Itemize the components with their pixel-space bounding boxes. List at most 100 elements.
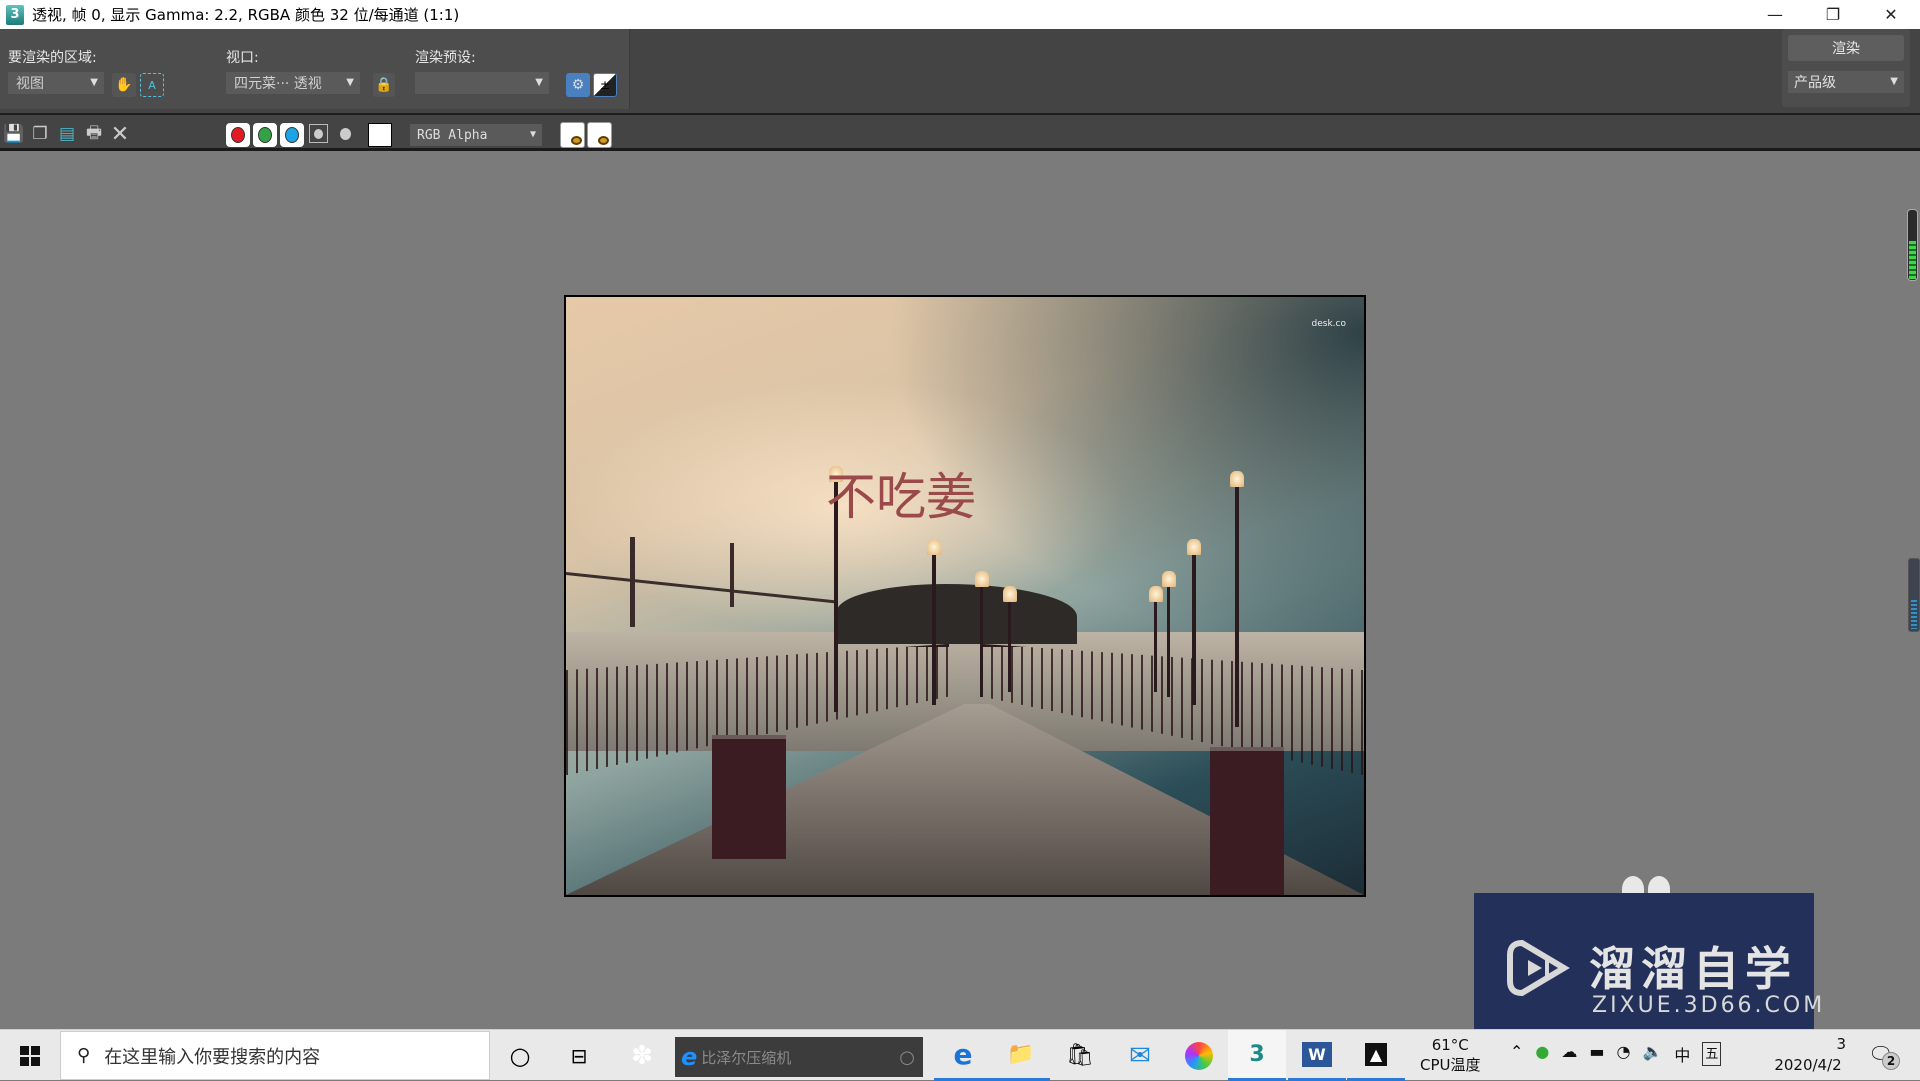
viewport-label: 视口: bbox=[226, 50, 259, 66]
task-view-button[interactable]: ⊟ bbox=[550, 1030, 608, 1081]
taskbar-app-store[interactable]: 🛍 bbox=[1051, 1030, 1109, 1081]
bridge-deck bbox=[566, 572, 836, 604]
close-button[interactable]: ✕ bbox=[1862, 0, 1920, 29]
pan-hand-icon[interactable]: ✋ bbox=[112, 73, 136, 97]
image-icon: ▲ bbox=[1364, 1042, 1388, 1066]
lamp-post bbox=[1187, 539, 1201, 705]
play-logo-icon bbox=[1507, 939, 1570, 997]
copy-icon[interactable]: ▤ bbox=[56, 123, 78, 145]
window-controls: — ❐ ✕ bbox=[1746, 0, 1920, 29]
render-preset-label: 渲染预设: bbox=[415, 50, 476, 66]
overlay-text: 不吃姜 bbox=[826, 468, 976, 526]
red-dot-icon bbox=[231, 127, 245, 143]
taskbar-app-photos[interactable]: ▲ bbox=[1347, 1030, 1405, 1081]
red-channel-toggle[interactable] bbox=[226, 123, 250, 147]
volume-icon[interactable]: 🔈 bbox=[1642, 1042, 1662, 1066]
windows-logo-icon bbox=[20, 1045, 40, 1066]
render-button[interactable]: 渲染 bbox=[1788, 35, 1904, 61]
taskbar-app-file-explorer[interactable]: 📁 bbox=[992, 1030, 1050, 1081]
taskbar-app-word[interactable]: W bbox=[1288, 1030, 1346, 1081]
taskbar-search[interactable]: ⚲ 在这里输入你要搜索的内容 bbox=[60, 1031, 490, 1080]
cloud-icon[interactable]: ☁ bbox=[1561, 1042, 1577, 1066]
progress-meter-fill bbox=[1911, 600, 1917, 629]
viewport-dropdown[interactable]: 四元菜··· 透视 ▼ bbox=[226, 72, 360, 94]
start-button[interactable] bbox=[0, 1030, 60, 1081]
eye-icon bbox=[571, 136, 582, 145]
blue-channel-toggle[interactable] bbox=[280, 123, 304, 147]
eye-icon bbox=[598, 136, 609, 145]
notification-center-button[interactable]: 🗨 2 bbox=[1868, 1042, 1900, 1070]
monochrome-toggle[interactable] bbox=[336, 124, 355, 143]
taskbar-app-edge[interactable]: e bbox=[934, 1030, 992, 1081]
rendered-image: 不吃姜 desk.co bbox=[564, 295, 1366, 897]
chevron-down-icon: ▼ bbox=[90, 77, 98, 88]
clock-time: 3 bbox=[1836, 1035, 1846, 1053]
display-window-toggle-icon[interactable] bbox=[560, 122, 585, 148]
background-color-swatch[interactable] bbox=[368, 123, 392, 147]
lamp-post bbox=[1149, 586, 1163, 692]
render-setup-teapot-icon[interactable]: ⚙ bbox=[566, 73, 590, 97]
trash-bin bbox=[712, 735, 786, 859]
ime-indicator[interactable]: 中 bbox=[1674, 1042, 1690, 1066]
taskbar-app-3ds-max[interactable]: 3 bbox=[1228, 1030, 1286, 1081]
frame-buffer-toolbar: 💾 ❐ ▤ 🖶 ✕ RGB Alpha ▼ bbox=[0, 113, 1920, 151]
display-panel-toggle-icon[interactable] bbox=[587, 122, 612, 148]
chevron-down-icon: ▼ bbox=[529, 129, 536, 140]
lamp-post bbox=[1230, 471, 1244, 727]
auto-region-icon[interactable]: A bbox=[140, 73, 164, 97]
render-preset-dropdown[interactable]: ▼ bbox=[415, 72, 549, 94]
taskbar-app-mail[interactable]: ✉ bbox=[1111, 1030, 1169, 1081]
word-icon: W bbox=[1302, 1041, 1332, 1067]
ie-search-placeholder: 比泽尔压缩机 bbox=[701, 1048, 792, 1067]
minimize-button[interactable]: — bbox=[1746, 0, 1804, 29]
bridge-tower bbox=[730, 543, 734, 607]
alpha-channel-toggle[interactable] bbox=[309, 124, 328, 143]
taskbar-app-photos-color[interactable] bbox=[1170, 1030, 1228, 1081]
wifi-icon[interactable]: ◔ bbox=[1617, 1042, 1631, 1066]
chevron-up-icon[interactable]: ⌃ bbox=[1510, 1042, 1523, 1066]
channel-display-dropdown[interactable]: RGB Alpha ▼ bbox=[410, 124, 542, 146]
render-quality-dropdown[interactable]: 产品级 ▼ bbox=[1788, 71, 1904, 93]
search-icon: ○ bbox=[899, 1046, 915, 1068]
trash-bin bbox=[1210, 747, 1284, 895]
render-settings-panel: 要渲染的区域: 视图 ▼ ✋ A 视口: 四元菜··· 透视 ▼ 🔒 渲染预设:… bbox=[0, 29, 630, 109]
mono-dot-icon bbox=[340, 127, 351, 140]
chevron-down-icon: ▼ bbox=[1890, 76, 1898, 87]
cortana-button[interactable]: ○ bbox=[491, 1030, 549, 1081]
save-icon[interactable]: 💾 bbox=[3, 123, 25, 145]
lock-icon[interactable]: 🔒 bbox=[373, 73, 395, 97]
green-channel-toggle[interactable] bbox=[253, 123, 277, 147]
area-to-render-label: 要渲染的区域: bbox=[8, 50, 97, 66]
security-app-icon[interactable]: ● bbox=[1535, 1042, 1549, 1066]
3dsmax-icon: 3 bbox=[6, 4, 24, 25]
area-to-render-dropdown[interactable]: 视图 ▼ bbox=[8, 72, 104, 94]
lamp-post bbox=[1003, 586, 1017, 692]
lamp-post bbox=[975, 571, 989, 697]
channel-display-value: RGB Alpha bbox=[417, 127, 488, 143]
cpu-temp-widget[interactable]: 61°C CPU温度 bbox=[1420, 1035, 1481, 1075]
chevron-down-icon: ▼ bbox=[346, 77, 354, 88]
clear-icon[interactable]: ✕ bbox=[109, 122, 131, 147]
clock[interactable]: 3 2020/4/2 bbox=[1770, 1034, 1846, 1076]
clone-icon[interactable]: ❐ bbox=[29, 123, 51, 145]
restore-button[interactable]: ❐ bbox=[1804, 0, 1862, 29]
lamp-post bbox=[1162, 571, 1176, 697]
blue-dot-icon bbox=[285, 127, 299, 143]
clock-date: 2020/4/2 bbox=[1774, 1056, 1842, 1074]
render-settings-toolbar: 要渲染的区域: 视图 ▼ ✋ A 视口: 四元菜··· 透视 ▼ 🔒 渲染预设:… bbox=[0, 29, 1920, 113]
battery-icon[interactable]: ▬ bbox=[1589, 1042, 1604, 1066]
fan-app-icon[interactable]: ✽ bbox=[613, 1030, 671, 1081]
exposure-control-icon[interactable]: ± bbox=[593, 73, 617, 97]
cpu-temp-value: 61°C bbox=[1431, 1036, 1469, 1054]
corner-watermark: desk.co bbox=[1311, 319, 1346, 329]
print-icon[interactable]: 🖶 bbox=[83, 123, 105, 145]
chevron-down-icon: ▼ bbox=[535, 77, 543, 88]
lamp-post bbox=[927, 539, 941, 705]
color-wheel-icon bbox=[1185, 1041, 1213, 1070]
viewport-value: 四元菜··· 透视 bbox=[234, 76, 322, 92]
progress-meter[interactable] bbox=[1908, 558, 1920, 632]
ie-icon: e bbox=[681, 1043, 698, 1071]
ie-search-box[interactable]: e 比泽尔压缩机 ○ bbox=[675, 1037, 923, 1077]
ime-mode-indicator[interactable]: 五 bbox=[1702, 1042, 1722, 1066]
memory-meter[interactable] bbox=[1907, 209, 1918, 281]
